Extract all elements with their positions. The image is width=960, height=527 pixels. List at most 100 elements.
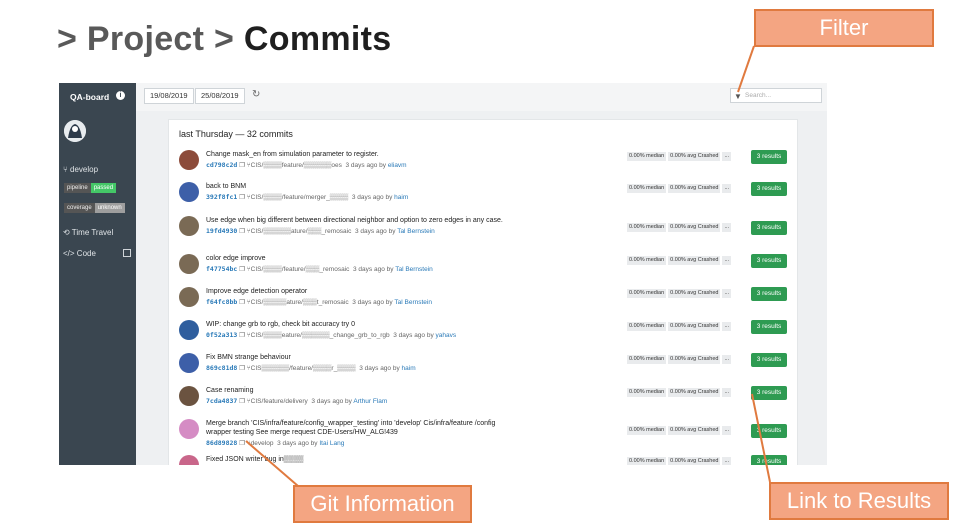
commit-time: 3 days ago by — [277, 440, 318, 447]
commit-branch[interactable]: CIS/▒▒▒▒▒▒ature/▒▒▒_remosaic — [251, 228, 352, 235]
sidebar-title[interactable]: QA-board — [70, 92, 109, 102]
sidebar-branch[interactable]: ⑂ develop — [63, 165, 98, 174]
author-avatar[interactable] — [179, 353, 199, 373]
project-avatar[interactable] — [64, 120, 86, 142]
commit-branch[interactable]: CIS/▒▒▒▒/feature/▒▒▒_remosaic — [251, 266, 350, 273]
more-badge[interactable]: ... — [722, 355, 732, 364]
results-button[interactable]: 3 results — [751, 386, 787, 400]
more-badge[interactable]: ... — [722, 457, 732, 465]
copy-icon[interactable]: ❐ — [239, 299, 245, 306]
date-from-input[interactable]: 19/08/2019 — [144, 88, 194, 104]
commit-author[interactable]: Tal Bernstein — [394, 299, 432, 306]
results-button[interactable]: 3 results — [751, 320, 787, 334]
pipeline-badge[interactable]: pipeline passed — [64, 183, 117, 193]
commit-author[interactable]: haim — [394, 194, 408, 201]
commit-author[interactable]: Itai Lang — [319, 440, 344, 447]
author-avatar[interactable] — [179, 150, 199, 170]
commit-author[interactable]: Tal Bernstein — [395, 266, 433, 273]
commit-hash[interactable]: 392f8fc1 — [206, 193, 237, 201]
commit-branch[interactable]: CIS/▒▒▒▒/feature/merger_▒▒▒▒ — [251, 194, 349, 201]
crashed-badge: 0.00% avg Crashed — [668, 184, 721, 193]
commit-message[interactable]: Merge branch 'CIS/infra/feature/config_w… — [206, 419, 506, 437]
more-badge[interactable]: ... — [722, 289, 732, 298]
results-button[interactable]: 3 results — [751, 424, 787, 438]
commit-message[interactable]: Use edge when big different between dire… — [206, 216, 506, 225]
commit-hash[interactable]: f47754bc — [206, 265, 237, 273]
copy-icon[interactable]: ❐ — [239, 332, 245, 339]
commit-message[interactable]: WIP: change grb to rgb, check bit accura… — [206, 320, 506, 329]
results-button[interactable]: 3 results — [751, 182, 787, 196]
author-avatar[interactable] — [179, 216, 199, 236]
sidebar-item-code[interactable]: </> Code — [63, 249, 96, 258]
results-button[interactable]: 3 results — [751, 455, 787, 465]
commit-branch[interactable]: CIS/▒▒▒▒eature/▒▒▒▒▒▒_change_grb_to_rgb — [251, 332, 390, 339]
commit-branch[interactable]: develop — [251, 440, 274, 447]
coverage-badge-value: unknown — [94, 203, 125, 213]
author-avatar[interactable] — [179, 182, 199, 202]
more-badge[interactable]: ... — [722, 322, 732, 331]
commit-branch[interactable]: CIS/▒▒▒▒feature/▒▒▒▒▒▒oes — [251, 162, 342, 169]
author-avatar[interactable] — [179, 254, 199, 274]
copy-icon[interactable]: ❐ — [239, 398, 245, 405]
external-link-icon[interactable] — [123, 249, 131, 257]
commit-time: 3 days ago by — [355, 228, 396, 235]
commit-branch[interactable]: CIS/feature/delivery — [251, 398, 308, 405]
author-avatar[interactable] — [179, 419, 199, 439]
commit-author[interactable]: Tal Bernstein — [397, 228, 435, 235]
commit-message[interactable]: back to BNM — [206, 182, 506, 191]
commit-message[interactable]: Fix BMN strange behaviour — [206, 353, 506, 362]
author-avatar[interactable] — [179, 386, 199, 406]
commit-hash[interactable]: f64fc8bb — [206, 298, 237, 306]
commit-author[interactable]: haim — [402, 365, 416, 372]
commit-hash[interactable]: 19fd4930 — [206, 227, 237, 235]
coverage-badge-key: coverage — [64, 203, 95, 213]
search-input[interactable]: ▼ Search... — [730, 88, 822, 103]
commit-hash[interactable]: 86d89828 — [206, 439, 237, 447]
author-avatar[interactable] — [179, 287, 199, 307]
results-button[interactable]: 3 results — [751, 287, 787, 301]
commit-branch[interactable]: CIS/▒▒▒▒▒ature/▒▒▒t_remosaic — [251, 299, 349, 306]
date-to-input[interactable]: 25/08/2019 — [195, 88, 245, 104]
commit-message[interactable]: color edge improve — [206, 254, 506, 263]
more-badge[interactable]: ... — [722, 256, 732, 265]
coverage-badge[interactable]: coverage unknown — [64, 203, 125, 213]
copy-icon[interactable]: ❐ — [239, 194, 245, 201]
commit-hash[interactable]: cd798c2d — [206, 161, 237, 169]
copy-icon[interactable]: ❐ — [239, 266, 245, 273]
copy-icon[interactable]: ❐ — [239, 162, 245, 169]
commit-author[interactable]: yahavs — [436, 332, 457, 339]
commit-author[interactable]: eliavm — [388, 162, 407, 169]
results-button[interactable]: 3 results — [751, 254, 787, 268]
commit-message[interactable]: Case renaming — [206, 386, 506, 395]
more-badge[interactable]: ... — [722, 152, 732, 161]
commit-message[interactable]: Change mask_en from simulation parameter… — [206, 150, 506, 159]
author-avatar[interactable] — [179, 320, 199, 340]
commit-branch[interactable]: CIS▒▒▒▒▒▒/feature/▒▒▒▒r_▒▒▒▒ — [251, 365, 356, 372]
commit-hash[interactable]: 7cda4837 — [206, 397, 237, 405]
results-button[interactable]: 3 results — [751, 221, 787, 235]
refresh-icon[interactable]: ↻ — [252, 89, 263, 100]
commit-author[interactable]: Arthur Flam — [353, 398, 387, 405]
info-icon[interactable]: i — [116, 91, 125, 100]
author-avatar[interactable] — [179, 455, 199, 465]
commit-hash[interactable]: 869c81d8 — [206, 364, 237, 372]
median-badge: 0.00% median — [627, 256, 667, 265]
commit-stats: 0.00% median 0.00% avg Crashed... — [627, 256, 732, 265]
commit-hash[interactable]: 0f52a313 — [206, 331, 237, 339]
commit-info: WIP: change grb to rgb, check bit accura… — [206, 320, 506, 341]
more-badge[interactable]: ... — [722, 184, 732, 193]
median-badge: 0.00% median — [627, 223, 667, 232]
more-badge[interactable]: ... — [722, 223, 732, 232]
more-badge[interactable]: ... — [722, 388, 732, 397]
copy-icon[interactable]: ❐ — [239, 228, 245, 235]
commit-time: 3 days ago by — [353, 266, 394, 273]
copy-icon[interactable]: ❐ — [239, 440, 245, 447]
copy-icon[interactable]: ❐ — [239, 365, 245, 372]
sidebar-item-time-travel[interactable]: ⟲ Time Travel — [63, 228, 113, 237]
commit-stats: 0.00% median 0.00% avg Crashed... — [627, 426, 732, 435]
results-button[interactable]: 3 results — [751, 353, 787, 367]
commit-message[interactable]: Improve edge detection operator — [206, 287, 506, 296]
commit-message[interactable]: Fixed JSON writer bug in▒▒▒▒ — [206, 455, 506, 464]
more-badge[interactable]: ... — [722, 426, 732, 435]
results-button[interactable]: 3 results — [751, 150, 787, 164]
